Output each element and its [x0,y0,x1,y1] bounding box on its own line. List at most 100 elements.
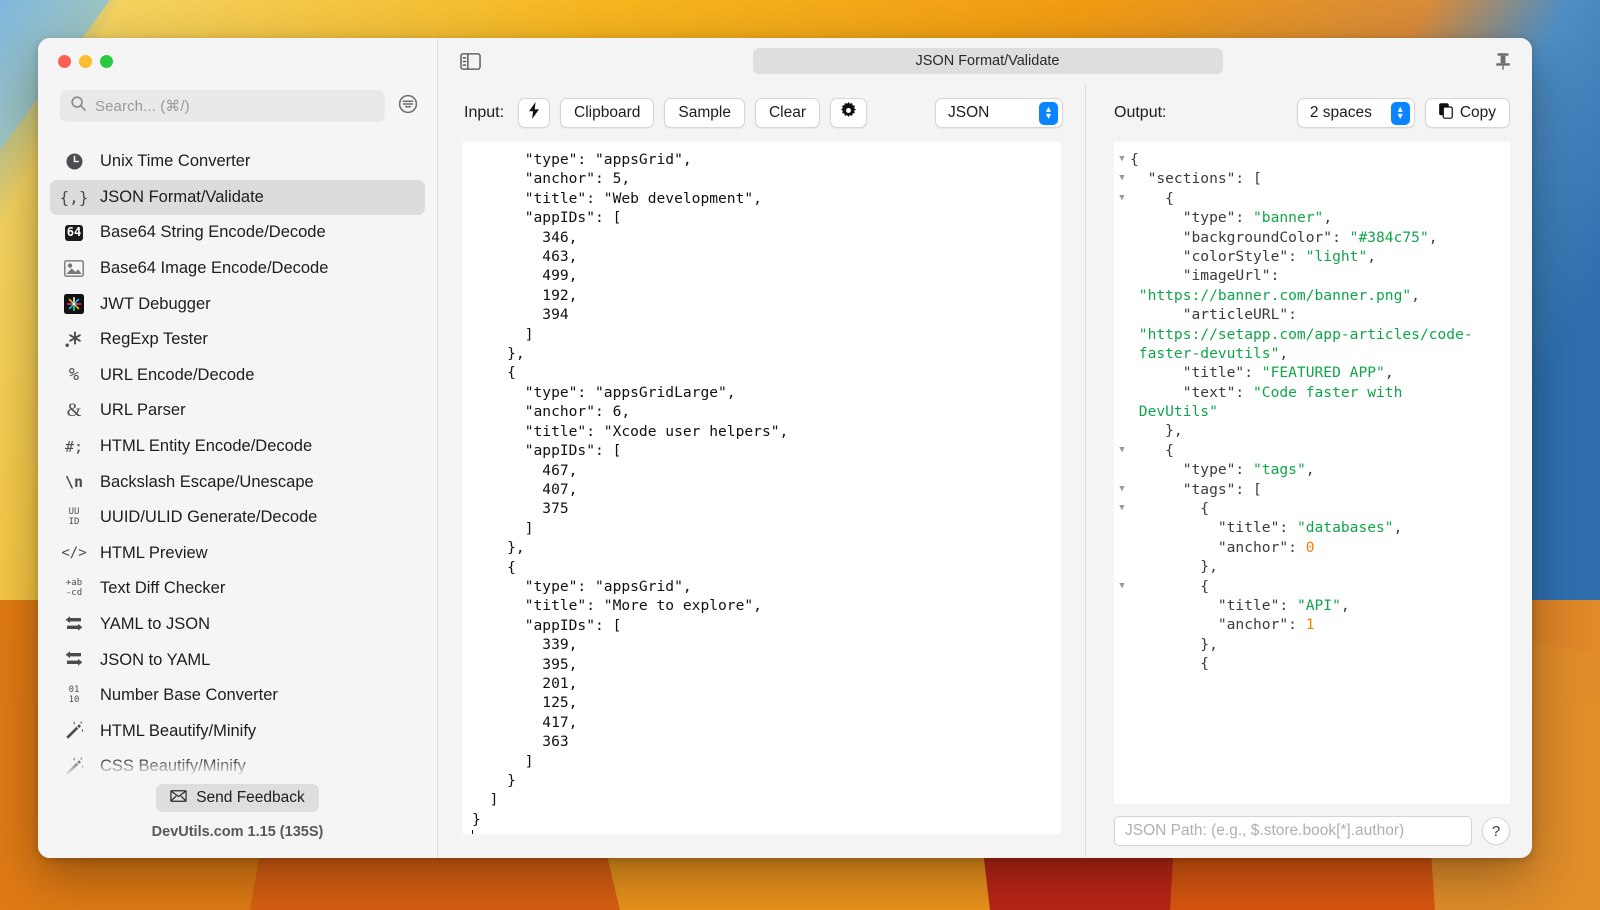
sidebar-item-url-encode-decode[interactable]: % URL Encode/Decode [50,358,425,394]
output-line: ▼{ [1114,150,1510,169]
fold-triangle-icon[interactable]: ▼ [1114,150,1130,169]
sidebar-item-unix-time-converter[interactable]: Unix Time Converter [50,144,425,180]
sidebar-item-html-preview[interactable]: </> HTML Preview [50,536,425,572]
output-line-text: "https://setapp.com/app-articles/code- [1130,325,1473,343]
envelope-icon [170,789,187,807]
clipboard-button[interactable]: Clipboard [560,98,655,128]
sidebar-item-html-entity-encode-decode[interactable]: #; HTML Entity Encode/Decode [50,429,425,465]
clock-icon [62,151,86,173]
output-line: }, [1114,421,1510,440]
sidebar-item-base64-image-encode-decode[interactable]: Base64 Image Encode/Decode [50,251,425,287]
sidebar-item-json-format-validate[interactable]: {,} JSON Format/Validate [50,179,425,216]
sidebar-item-number-base-converter[interactable]: 01 10 Number Base Converter [50,678,425,714]
sidebar-item-text-diff-checker[interactable]: +ab -cd Text Diff Checker [50,571,425,607]
fold-triangle-icon[interactable]: ▼ [1114,480,1130,499]
output-line: DevUtils" [1114,402,1510,421]
sidebar-item-backslash-escape-unescape[interactable]: \n Backslash Escape/Unescape [50,464,425,500]
copy-button[interactable]: Copy [1424,98,1510,128]
filter-icon[interactable] [397,93,419,120]
search-input[interactable]: Search... (⌘/) [60,90,385,122]
image-icon [62,258,86,280]
fold-triangle-icon[interactable]: ▼ [1114,577,1130,596]
output-line: ▼ "tags": [ [1114,480,1510,499]
auto-detect-button[interactable] [518,98,551,128]
gutter-spacer [1114,635,1130,654]
indent-select[interactable]: 2 spaces ▴ ▾ [1296,98,1415,128]
diff-icon: +ab -cd [65,578,83,598]
output-line: }, [1114,635,1510,654]
sidebar-item-regexp-tester[interactable]: RegExp Tester [50,322,425,358]
fold-triangle-icon[interactable]: ▼ [1114,189,1130,208]
output-line-text: { [1130,655,1210,673]
output-line-text: "articleURL": [1130,306,1297,324]
output-line-text: "anchor": 1 [1130,616,1315,634]
swap-icon [62,614,86,636]
sidebar-footer: Send Feedback DevUtils.com 1.15 (135S) [38,784,437,858]
output-line: "imageUrl": [1114,266,1510,285]
output-editor[interactable]: ▼{▼ "sections": [▼ { "type": "banner", "… [1114,142,1510,804]
output-line: ▼ { [1114,189,1510,208]
sidebar-item-css-beautify-minify[interactable]: CSS Beautify/Minify [50,749,425,784]
fold-triangle-icon[interactable]: ▼ [1114,441,1130,460]
sidebar-item-label: Base64 Image Encode/Decode [100,259,329,278]
output-line: "title": "API", [1114,596,1510,615]
indent-value: 2 spaces [1309,104,1372,121]
sidebar-item-uuid-ulid-generate-decode[interactable]: UU ID UUID/ULID Generate/Decode [50,500,425,536]
jwt-icon [62,293,86,315]
hash-semicolon-icon: #; [64,437,84,456]
clear-button[interactable]: Clear [754,98,820,128]
sidebar-item-label: CSS Beautify/Minify [100,757,246,776]
fold-triangle-icon[interactable]: ▼ [1114,499,1130,518]
output-line-text: DevUtils" [1130,403,1218,421]
sidebar-item-label: JWT Debugger [100,294,211,313]
output-line-text: }, [1130,558,1218,576]
gutter-spacer [1114,208,1130,227]
gutter-spacer [1114,402,1130,421]
input-pane: Input: Clipboard Sample Clear JSON ▴ ▾ "… [438,84,1086,858]
output-line-text: { [1130,577,1210,595]
sidebar-item-label: Text Diff Checker [100,579,226,598]
window-title: JSON Format/Validate [752,48,1223,74]
settings-button[interactable] [830,98,867,128]
minimize-button[interactable] [79,54,92,68]
output-line: faster-devutils", [1114,344,1510,363]
output-line-text: "anchor": 0 [1130,538,1315,556]
ampersand-icon: & [66,399,82,421]
output-line: "title": "FEATURED APP", [1114,363,1510,382]
output-line: "type": "tags", [1114,460,1510,479]
title-bar: JSON Format/Validate [438,38,1532,84]
sidebar-item-label: Backslash Escape/Unescape [100,472,314,491]
output-line-text: "https://banner.com/banner.png", [1130,286,1420,304]
output-label: Output: [1114,104,1167,121]
sidebar-item-html-beautify-minify[interactable]: HTML Beautify/Minify [50,714,425,750]
sidebar-item-url-parser[interactable]: & URL Parser [50,393,425,429]
close-button[interactable] [58,54,71,68]
output-line: "type": "banner", [1114,208,1510,227]
sidebar-item-label: URL Encode/Decode [100,365,255,384]
output-line-text: "text": "Code faster with [1130,383,1403,401]
gutter-spacer [1114,383,1130,402]
sidebar-toggle-icon[interactable] [460,52,481,70]
sidebar-item-label: URL Parser [100,401,186,420]
sample-button[interactable]: Sample [664,98,745,128]
sidebar-item-yaml-to-json[interactable]: YAML to JSON [50,607,425,643]
output-line-text: "type": "banner", [1130,209,1333,227]
jsonpath-input[interactable]: JSON Path: (e.g., $.store.book[*].author… [1114,816,1472,846]
zoom-button[interactable] [100,54,113,68]
sidebar-item-json-to-yaml[interactable]: JSON to YAML [50,642,425,678]
input-format-select[interactable]: JSON ▴ ▾ [935,98,1063,128]
input-editor[interactable]: "type": "appsGrid", "anchor": 5, "title"… [462,142,1061,834]
fold-triangle-icon[interactable]: ▼ [1114,169,1130,188]
sidebar-item-label: RegExp Tester [100,330,208,349]
help-button[interactable]: ? [1482,817,1510,845]
sidebar-item-base64-string-encode-decode[interactable]: 64 Base64 String Encode/Decode [50,215,425,251]
output-line-text: "tags": [ [1130,480,1262,498]
tool-list[interactable]: Unix Time Converter {,} JSON Format/Valida… [38,134,437,784]
pin-icon[interactable] [1494,51,1516,71]
output-line-text: { [1130,500,1210,518]
sidebar-item-jwt-debugger[interactable]: JWT Debugger [50,286,425,322]
text-caret [472,830,473,834]
send-feedback-button[interactable]: Send Feedback [156,784,319,812]
input-toolbar: Input: Clipboard Sample Clear JSON ▴ ▾ [438,84,1085,142]
search-row: Search... (⌘/) [38,84,437,128]
